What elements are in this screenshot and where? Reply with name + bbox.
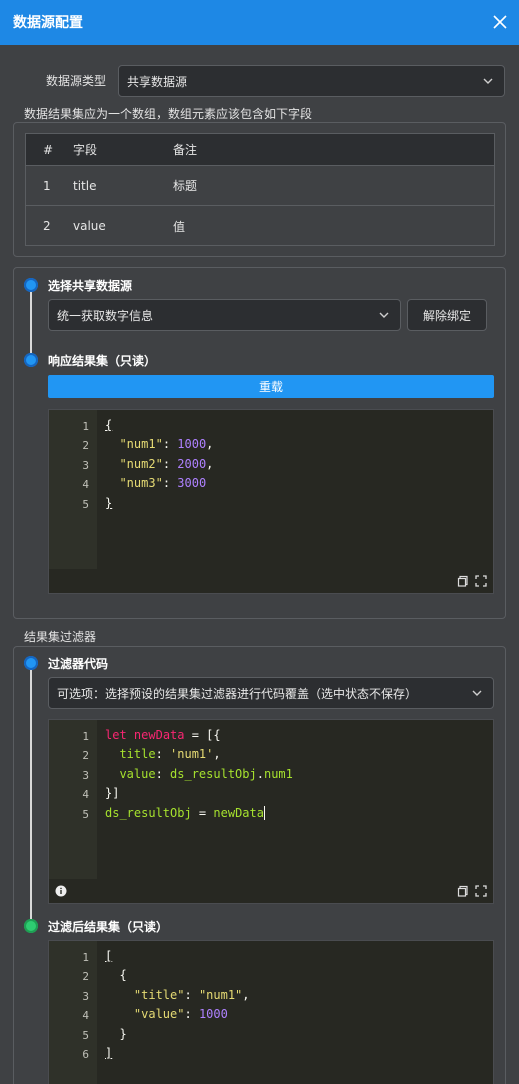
- row-field: title: [73, 178, 97, 193]
- code-line: "num1": 1000,: [119, 437, 214, 451]
- editor-gutter: 1 2 3 4 5 6: [49, 941, 97, 1084]
- copy-icon[interactable]: [457, 575, 469, 587]
- editor-gutter: 1 2 3 4 5: [49, 720, 97, 903]
- line-number: 5: [82, 498, 89, 511]
- filter-section-label: 结果集过滤器: [24, 630, 97, 644]
- line-number: 1: [82, 951, 89, 964]
- step-label-filter-code: 过滤器代码: [48, 657, 109, 671]
- code-line: "value": 1000: [133, 1007, 228, 1021]
- fields-table: # 字段 备注 1 title 标题 2 value 值: [25, 133, 495, 246]
- shared-source-select[interactable]: 统一获取数字信息: [48, 299, 401, 331]
- line-number: 4: [82, 788, 89, 801]
- response-editor[interactable]: 1 2 3 4 5 { "num1": 1000, "num2": 2000, …: [48, 409, 494, 594]
- chevron-down-icon: [472, 690, 482, 696]
- table-row: 2 value 值: [26, 206, 494, 246]
- code-line: }: [105, 496, 113, 510]
- source-type-label: 数据源类型: [46, 74, 107, 88]
- row-note: 标题: [173, 179, 198, 193]
- close-icon[interactable]: [489, 11, 511, 33]
- line-number: 5: [82, 1029, 89, 1042]
- step-label-response: 响应结果集（只读）: [48, 354, 157, 368]
- chevron-down-icon: [379, 312, 389, 318]
- step-connector: [30, 668, 32, 924]
- code-line: ]: [105, 1046, 113, 1060]
- line-number: 1: [82, 730, 89, 743]
- line-number: 3: [82, 769, 89, 782]
- shared-source-value: 统一获取数字信息: [57, 308, 154, 323]
- unbind-button[interactable]: 解除绑定: [407, 299, 487, 331]
- step-label-filtered: 过滤后结果集（只读）: [48, 920, 169, 934]
- line-number: 5: [82, 808, 89, 821]
- line-number: 4: [82, 478, 89, 491]
- step-dot: [24, 353, 38, 367]
- code-line: let newData = [{: [105, 728, 221, 742]
- table-header: # 字段 备注: [26, 134, 494, 166]
- code-line: {: [105, 968, 127, 982]
- row-note: 值: [173, 219, 186, 234]
- reload-button[interactable]: 重载: [48, 375, 494, 398]
- dialog-titlebar: 数据源配置: [0, 0, 519, 45]
- table-header-field: 字段: [73, 143, 98, 157]
- dialog-title: 数据源配置: [13, 15, 83, 31]
- info-icon[interactable]: [55, 885, 67, 897]
- line-number: 3: [82, 459, 89, 472]
- code-line: "num2": 2000,: [119, 457, 214, 471]
- editor-footer: [49, 879, 493, 903]
- row-field: value: [73, 219, 106, 233]
- line-number: 2: [82, 749, 89, 762]
- line-number: 6: [82, 1048, 89, 1061]
- copy-icon[interactable]: [457, 885, 469, 897]
- code-line: }: [105, 1027, 127, 1041]
- result-hint: 数据结果集应为一个数组，数组元素应该包含如下字段: [24, 107, 313, 121]
- code-line: "num3": 3000: [119, 476, 207, 490]
- step-label-select-source: 选择共享数据源: [48, 279, 133, 293]
- code-line: [: [105, 949, 113, 963]
- step-dot: [24, 656, 38, 670]
- fullscreen-icon[interactable]: [475, 575, 487, 587]
- row-index: 1: [43, 178, 51, 193]
- editor-gutter: 1 2 3 4 5: [49, 410, 97, 593]
- code-line: title: 'num1',: [119, 747, 221, 761]
- line-number: 3: [82, 990, 89, 1003]
- filter-code-editor[interactable]: 1 2 3 4 5 let newData = [{ title: 'num1'…: [48, 719, 494, 904]
- filtered-editor[interactable]: 1 2 3 4 5 6 [ { "title": "num1", "value"…: [48, 940, 494, 1084]
- row-index: 2: [43, 219, 51, 233]
- preset-filter-select[interactable]: 可选项：选择预设的结果集过滤器进行代码覆盖（选中状态不保存）: [48, 677, 494, 709]
- fullscreen-icon[interactable]: [475, 885, 487, 897]
- step-connector: [30, 290, 32, 356]
- line-number: 2: [82, 970, 89, 983]
- code-line: "title": "num1",: [133, 988, 250, 1002]
- code-line: ds_resultObj = newData: [105, 806, 265, 820]
- table-header-index: #: [43, 142, 54, 157]
- source-type-value: 共享数据源: [127, 74, 188, 89]
- line-number: 1: [82, 420, 89, 433]
- table-row: 1 title 标题: [26, 166, 494, 206]
- editor-footer: [49, 569, 493, 593]
- chevron-down-icon: [483, 78, 493, 84]
- code-line: }]: [105, 786, 120, 800]
- table-header-note: 备注: [173, 143, 198, 157]
- code-line: {: [105, 418, 113, 432]
- line-number: 4: [82, 1009, 89, 1022]
- preset-filter-placeholder: 可选项：选择预设的结果集过滤器进行代码覆盖（选中状态不保存）: [57, 686, 418, 701]
- step-dot: [24, 278, 38, 292]
- code-line: value: ds_resultObj.num1: [119, 767, 293, 781]
- step-dot: [24, 919, 38, 933]
- line-number: 2: [82, 439, 89, 452]
- source-type-select[interactable]: 共享数据源: [118, 65, 505, 97]
